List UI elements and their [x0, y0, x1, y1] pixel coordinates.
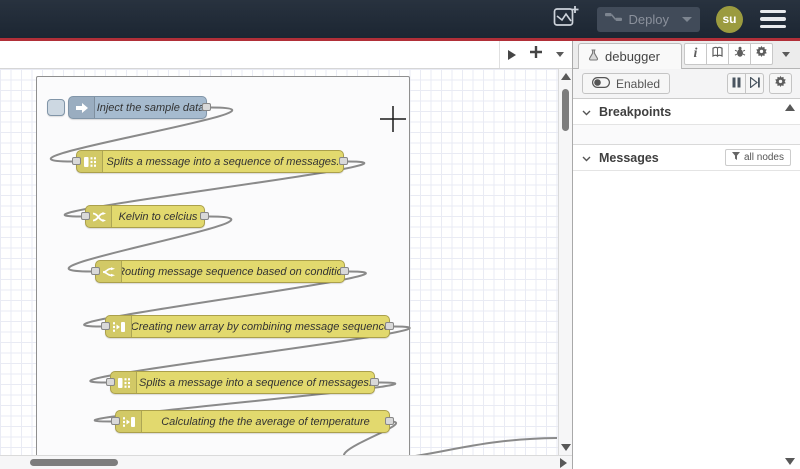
hamburger-menu-button[interactable] [759, 7, 787, 32]
output-port[interactable] [385, 321, 394, 330]
node-label: Calculating the the average of temperatu… [161, 415, 370, 428]
message-filter-button[interactable]: all nodes [724, 149, 791, 166]
chevron-down-icon [582, 103, 591, 121]
input-port[interactable] [101, 321, 110, 330]
flow-node-switch[interactable]: Routing message sequence based on condit… [91, 260, 349, 283]
chart-sparkle-button[interactable] [551, 4, 581, 35]
sidebar-menu-button[interactable] [778, 43, 794, 65]
plus-icon [529, 45, 543, 64]
canvas-vertical-scrollbar[interactable] [558, 69, 572, 455]
scroll-up-icon[interactable] [785, 104, 795, 111]
flow-node-change[interactable]: Kelvin to celcius [81, 205, 209, 228]
deploy-label: Deploy [628, 11, 669, 27]
filter-label: all nodes [743, 152, 784, 163]
toggle-icon [592, 76, 610, 91]
messages-list[interactable] [573, 171, 800, 469]
node-label: Kelvin to celcius [118, 210, 198, 223]
input-port[interactable] [111, 416, 120, 425]
workspace-area: Inject the sample data Splits a message i… [0, 41, 572, 469]
tab-debugger-label: debugger [605, 49, 660, 64]
output-port[interactable] [385, 416, 394, 425]
filter-icon [731, 152, 740, 163]
node-label: Splits a message into a sequence of mess… [139, 376, 372, 389]
debugger-enabled-toggle[interactable]: Enabled [582, 73, 671, 94]
bug-icon [734, 45, 746, 63]
deploy-icon [604, 10, 622, 28]
node-label: Routing message sequence based on condit… [122, 265, 344, 278]
node-label: Splits a message into a sequence of mess… [106, 155, 340, 168]
flow-node-join[interactable]: Calculating the the average of temperatu… [111, 410, 394, 433]
scroll-up-icon[interactable] [561, 73, 571, 80]
input-port[interactable] [106, 377, 115, 386]
messages-title: Messages [599, 150, 659, 165]
output-port[interactable] [340, 266, 349, 275]
user-avatar[interactable]: su [716, 5, 743, 33]
canvas-horizontal-scrollbar[interactable] [0, 455, 572, 469]
flow-list-button[interactable] [548, 41, 572, 68]
scroll-right-icon[interactable] [560, 458, 567, 468]
config-tab-button[interactable] [750, 43, 773, 65]
debugger-control-row: Enabled [573, 69, 800, 99]
breakpoints-section-header[interactable]: Breakpoints [573, 99, 800, 125]
hamburger-icon [760, 9, 786, 14]
debug-sidebar: debugger i Enabled Breakpoints Messages … [572, 41, 800, 469]
gear-icon [774, 75, 787, 93]
messages-section-header[interactable]: Messages all nodes [573, 145, 800, 171]
chevron-down-icon [782, 51, 790, 57]
breakpoints-empty-list [573, 125, 800, 145]
sidebar-tab-row: debugger i [573, 41, 800, 69]
workspace-tab-toolbar [0, 41, 572, 69]
output-port[interactable] [370, 377, 379, 386]
flow-node-split[interactable]: Splits a message into a sequence of mess… [72, 150, 348, 173]
chart-sparkle-icon [552, 4, 580, 35]
debugger-settings-button[interactable] [769, 73, 792, 94]
help-tab-button[interactable] [706, 43, 729, 65]
info-tab-button[interactable]: i [684, 43, 707, 65]
header-bar: Deploy su [0, 0, 800, 38]
canvas[interactable]: Inject the sample data Splits a message i… [0, 69, 558, 455]
play-icon [508, 49, 516, 60]
node-red-app: Deploy su Inject the sample data Splits … [0, 0, 800, 469]
flow-node-inject[interactable]: Inject the sample data [68, 96, 211, 119]
scroll-down-icon[interactable] [561, 444, 571, 451]
chevron-down-icon[interactable] [682, 16, 692, 22]
gear-icon [755, 45, 768, 63]
node-label: Inject the sample data [96, 101, 205, 114]
step-button[interactable] [745, 73, 764, 94]
focus-flow-button[interactable] [500, 41, 524, 68]
flow-node-join[interactable]: Creating new array by combining message … [101, 315, 394, 338]
inject-arrow-icon [69, 97, 95, 118]
chevron-down-icon [556, 52, 564, 57]
info-icon: i [693, 46, 698, 61]
debugger-play-controls [727, 73, 764, 94]
pause-icon [732, 75, 741, 93]
output-port[interactable] [339, 156, 348, 165]
output-port[interactable] [200, 211, 209, 220]
input-port[interactable] [91, 266, 100, 275]
step-icon [749, 75, 760, 93]
deploy-button[interactable]: Deploy [596, 6, 700, 32]
debugger-panel: Breakpoints Messages all nodes [573, 99, 800, 469]
scroll-down-icon[interactable] [785, 458, 795, 465]
sidebar-tab-buttons: i [684, 43, 773, 65]
crosshair-cursor [380, 106, 406, 132]
breakpoints-title: Breakpoints [599, 104, 672, 119]
input-port[interactable] [81, 211, 90, 220]
node-label: Creating new array by combining message … [132, 320, 389, 333]
flask-icon [588, 49, 599, 64]
chevron-down-icon [582, 149, 591, 167]
debug-tab-button[interactable] [728, 43, 751, 65]
inject-trigger-button[interactable] [47, 99, 65, 116]
enabled-label: Enabled [616, 76, 661, 91]
input-port[interactable] [72, 156, 81, 165]
output-port[interactable] [202, 102, 211, 111]
book-icon [711, 45, 724, 63]
add-flow-button[interactable] [524, 41, 548, 68]
tab-debugger[interactable]: debugger [578, 43, 682, 69]
pause-button[interactable] [727, 73, 746, 94]
horizontal-scrollbar-thumb[interactable] [30, 459, 118, 466]
vertical-scrollbar-thumb[interactable] [562, 89, 569, 131]
flow-node-split[interactable]: Splits a message into a sequence of mess… [106, 371, 379, 394]
